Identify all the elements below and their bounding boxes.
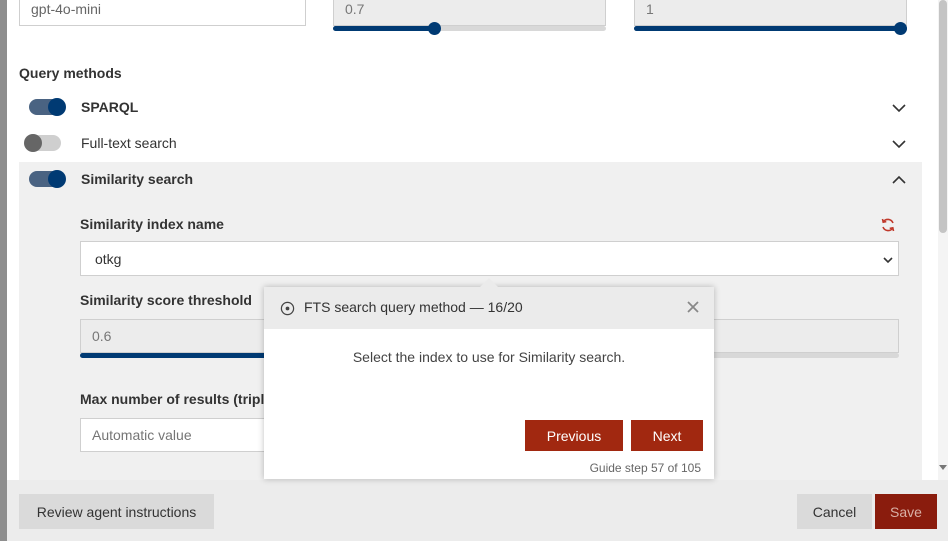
dialog-footer: Review agent instructions Cancel Save: [7, 480, 948, 541]
max-results-label: Max number of results (triple: [80, 391, 273, 407]
temperature-slider-fill: [333, 26, 434, 31]
full-text-label: Full-text search: [81, 135, 177, 151]
next-button[interactable]: Next: [631, 420, 703, 451]
guide-step-counter: Guide step 57 of 105: [589, 461, 701, 475]
close-icon[interactable]: [685, 299, 701, 315]
temperature-value: 0.7: [345, 1, 365, 17]
sparql-toggle[interactable]: [29, 98, 66, 116]
full-text-toggle[interactable]: [24, 134, 61, 152]
top-p-slider-handle[interactable]: [894, 22, 907, 35]
top-p-input[interactable]: 1: [634, 0, 907, 26]
guide-title: FTS search query method — 16/20: [304, 299, 523, 315]
toggle-knob: [48, 170, 66, 188]
temperature-input[interactable]: 0.7: [333, 0, 606, 26]
chevron-down-icon: [883, 257, 893, 264]
refresh-icon[interactable]: [880, 217, 896, 233]
similarity-threshold-label: Similarity score threshold: [80, 292, 252, 308]
max-results-input[interactable]: [80, 418, 280, 452]
scrollbar[interactable]: [938, 0, 948, 480]
previous-button[interactable]: Previous: [525, 420, 623, 451]
guide-body-text: Select the index to use for Similarity s…: [352, 349, 626, 365]
model-value: gpt-4o-mini: [31, 1, 102, 17]
similarity-label: Similarity search: [81, 171, 194, 187]
toggle-knob: [24, 134, 42, 152]
target-icon: [280, 301, 295, 316]
scrollbar-thumb[interactable]: [939, 0, 947, 233]
cancel-button[interactable]: Cancel: [797, 494, 872, 529]
top-p-value: 1: [646, 1, 654, 17]
top-p-slider-fill: [634, 26, 907, 31]
similarity-toggle[interactable]: [29, 170, 66, 188]
page-backdrop-edge: [0, 0, 7, 541]
temperature-slider-handle[interactable]: [427, 22, 441, 35]
query-method-sparql[interactable]: SPARQL: [19, 90, 922, 126]
chevron-down-icon[interactable]: [891, 136, 907, 152]
query-method-similarity[interactable]: Similarity search: [19, 162, 922, 198]
similarity-index-label: Similarity index name: [80, 216, 224, 232]
chevron-down-icon[interactable]: [891, 100, 907, 116]
temperature-slider[interactable]: [333, 22, 606, 35]
popover-arrow: [480, 278, 498, 287]
review-agent-instructions-button[interactable]: Review agent instructions: [19, 494, 214, 529]
scroll-down-arrow-icon[interactable]: [939, 465, 947, 470]
similarity-threshold-value: 0.6: [92, 328, 112, 344]
similarity-index-select[interactable]: otkg: [80, 241, 899, 276]
top-p-slider[interactable]: [634, 22, 907, 35]
guide-popover-header: FTS search query method — 16/20: [264, 287, 714, 329]
guide-popover: FTS search query method — 16/20 Select t…: [264, 278, 714, 479]
query-method-full-text[interactable]: Full-text search: [19, 126, 922, 162]
save-button[interactable]: Save: [875, 494, 937, 529]
chevron-up-icon[interactable]: [891, 172, 907, 188]
query-methods-title: Query methods: [19, 65, 122, 81]
toggle-knob: [48, 98, 66, 116]
sparql-label: SPARQL: [81, 99, 139, 115]
similarity-index-value: otkg: [95, 250, 122, 267]
model-input[interactable]: gpt-4o-mini: [19, 0, 306, 26]
